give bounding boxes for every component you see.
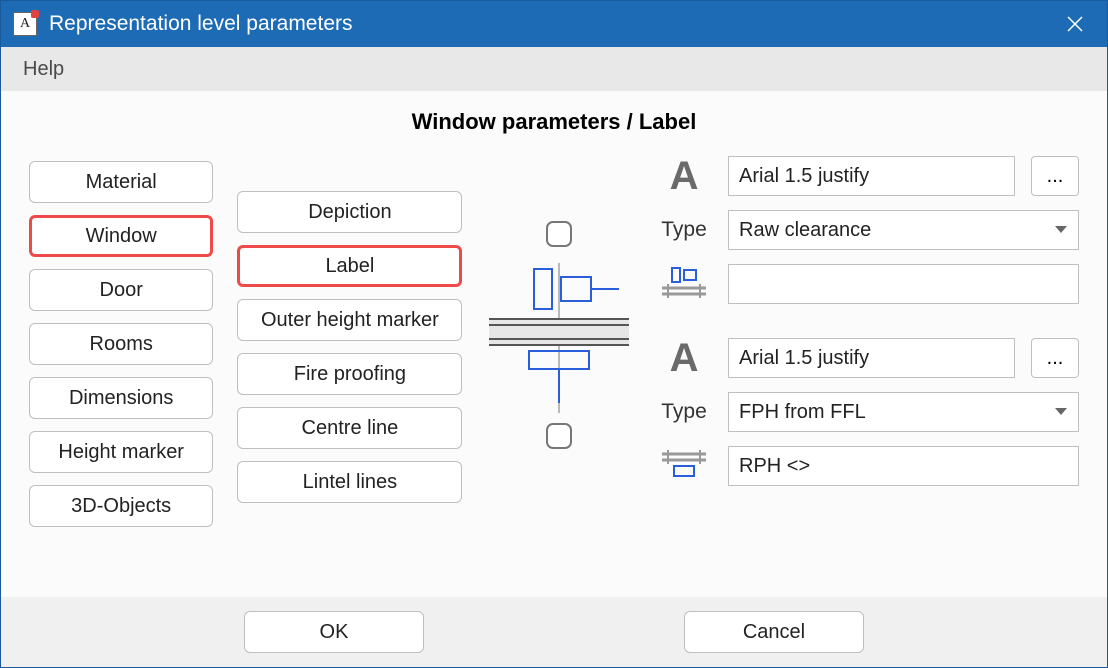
- ok-button[interactable]: OK: [244, 611, 424, 653]
- window-title: Representation level parameters: [49, 12, 1055, 36]
- lower-font-ellipsis-button[interactable]: ...: [1031, 338, 1079, 378]
- preview-column: [486, 161, 632, 527]
- upper-type-select[interactable]: Raw clearance: [728, 210, 1079, 250]
- upper-font-ellipsis-button[interactable]: ...: [1031, 156, 1079, 196]
- window-preview-icon: [489, 263, 629, 413]
- titlebar: A Representation level parameters: [1, 1, 1107, 47]
- font-icon-lower: A: [670, 336, 699, 381]
- upper-font-input[interactable]: [728, 156, 1015, 196]
- cancel-button[interactable]: Cancel: [684, 611, 864, 653]
- upper-label-checkbox[interactable]: [546, 221, 572, 247]
- dialog-footer: OK Cancel: [1, 597, 1107, 667]
- content-area: Window parameters / Label Material Windo…: [1, 91, 1107, 597]
- upper-type-label: Type: [661, 218, 707, 242]
- app-icon: A: [13, 12, 37, 36]
- lower-font-input[interactable]: [728, 338, 1015, 378]
- subtab-depiction[interactable]: Depiction: [237, 191, 462, 233]
- subtab-centre-line[interactable]: Centre line: [237, 407, 462, 449]
- subtab-label[interactable]: Label: [237, 245, 462, 287]
- subtab-lintel-lines[interactable]: Lintel lines: [237, 461, 462, 503]
- lower-type-label: Type: [661, 400, 707, 424]
- tab-3d-objects[interactable]: 3D-Objects: [29, 485, 213, 527]
- upper-format-input[interactable]: [728, 264, 1079, 304]
- tab-dimensions[interactable]: Dimensions: [29, 377, 213, 419]
- lower-type-select[interactable]: FPH from FFL: [728, 392, 1079, 432]
- category-tabs: Material Window Door Rooms Dimensions He…: [29, 161, 213, 527]
- subcategory-tabs: Depiction Label Outer height marker Fire…: [237, 191, 462, 527]
- subtab-outer-height-marker[interactable]: Outer height marker: [237, 299, 462, 341]
- subtab-fire-proofing[interactable]: Fire proofing: [237, 353, 462, 395]
- close-icon: [1066, 15, 1084, 33]
- menubar: Help: [1, 47, 1107, 91]
- menu-help[interactable]: Help: [23, 58, 64, 81]
- lower-format-input[interactable]: [728, 446, 1079, 486]
- tab-window[interactable]: Window: [29, 215, 213, 257]
- tab-height-marker[interactable]: Height marker: [29, 431, 213, 473]
- page-heading: Window parameters / Label: [229, 109, 879, 135]
- tab-door[interactable]: Door: [29, 269, 213, 311]
- lower-label-checkbox[interactable]: [546, 423, 572, 449]
- font-icon-upper: A: [670, 154, 699, 199]
- close-button[interactable]: [1055, 4, 1095, 44]
- tab-rooms[interactable]: Rooms: [29, 323, 213, 365]
- label-position-lower-icon[interactable]: [662, 448, 706, 484]
- parameters-panel: A ... Type Raw clearance: [656, 155, 1079, 527]
- label-position-upper-icon[interactable]: [662, 266, 706, 302]
- tab-material[interactable]: Material: [29, 161, 213, 203]
